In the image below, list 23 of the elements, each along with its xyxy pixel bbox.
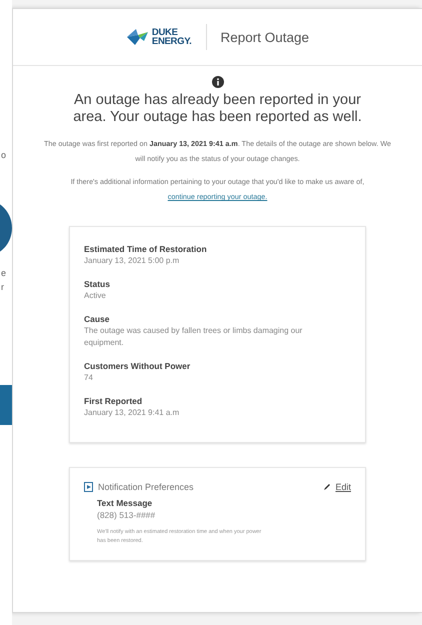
edit-link[interactable]: Edit <box>323 482 351 492</box>
detail-value: Active <box>84 290 107 302</box>
section-title: Notification Preferences <box>98 482 195 492</box>
logo-icon <box>126 28 150 46</box>
page-title: Report Outage <box>220 30 310 44</box>
method-label: Text Message <box>97 498 154 508</box>
brand-name: DUKE ENERGY. <box>152 28 192 46</box>
detail-label: Estimated Time of Restoration <box>84 243 208 255</box>
detail-value: January 13, 2021 9:41 a.m <box>84 407 180 419</box>
detail-label: Status <box>84 278 111 290</box>
phone-number: (828) 513-#### <box>97 510 156 520</box>
detail-value: January 13, 2021 5:00 p.m <box>84 255 180 267</box>
detail-value: 74 <box>84 372 94 384</box>
pencil-icon <box>323 483 332 491</box>
detail-label: Customers Without Power <box>84 360 192 372</box>
detail-label: Cause <box>84 313 111 325</box>
detail-value: The outage was caused by fallen trees or limbs damaging our equipment. <box>84 325 304 349</box>
background-text: r <box>1 282 4 292</box>
background-text: o <box>1 150 6 160</box>
background-text: e <box>1 268 6 278</box>
detail-label: First Reported <box>84 395 144 407</box>
info-icon <box>212 76 224 88</box>
alert-heading: An outage has already been reported in your area. Your outage has been reported as well. <box>72 92 363 126</box>
